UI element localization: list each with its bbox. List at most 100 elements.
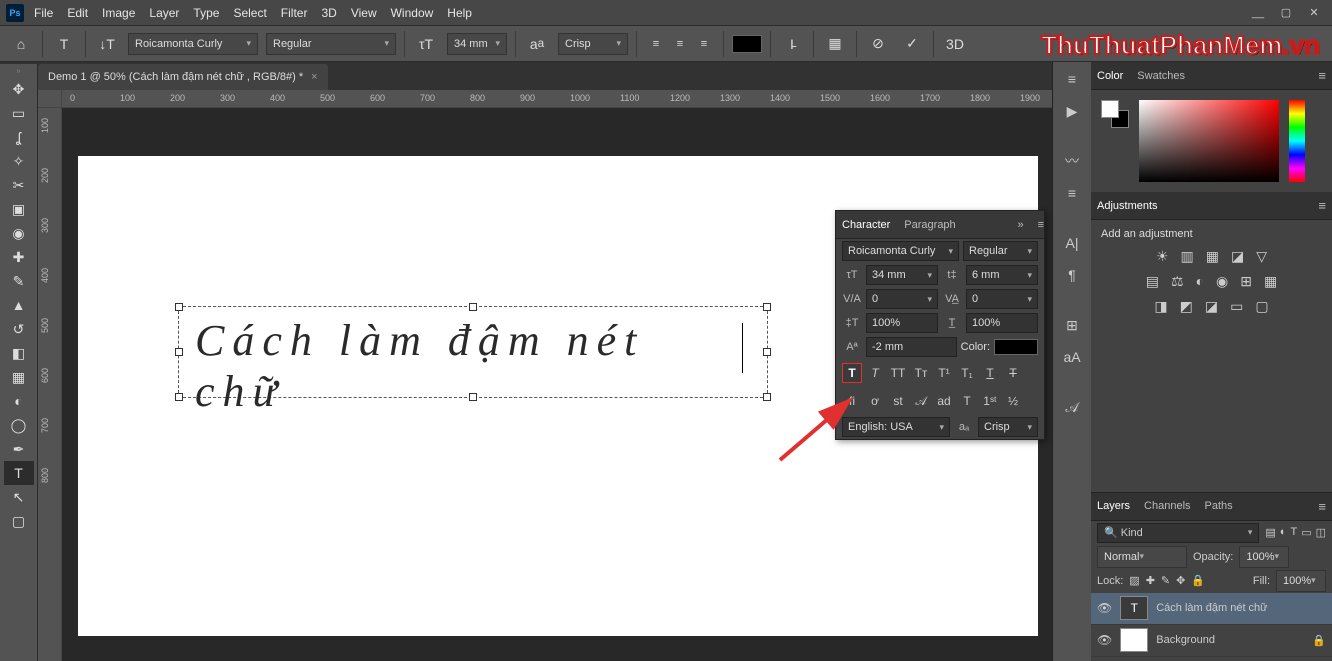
crop-tool[interactable]: ✂ — [4, 173, 34, 197]
adj-levels-icon[interactable]: ▥ — [1181, 248, 1194, 265]
settings-icon[interactable]: ≡ — [1059, 180, 1085, 206]
tab-paths[interactable]: Paths — [1205, 500, 1233, 512]
char-vscale-field[interactable]: 100% — [866, 313, 938, 333]
tab-character[interactable]: Character — [842, 219, 890, 231]
visibility-icon[interactable]: 👁 — [1097, 633, 1112, 647]
maximize-button[interactable]: ▢ — [1274, 5, 1298, 21]
adj-color-balance-icon[interactable]: ⚖ — [1171, 273, 1184, 290]
menu-help[interactable]: Help — [447, 6, 472, 20]
lock-brush-icon[interactable]: ✎ — [1161, 574, 1170, 587]
char-tracking-field[interactable]: 0▾ — [966, 289, 1038, 309]
subscript-button[interactable]: T₁ — [957, 363, 977, 383]
adj-gradient-map-icon[interactable]: ▭ — [1230, 298, 1243, 315]
stylistic-button[interactable]: 1ˢᵗ — [980, 391, 1000, 411]
menu-file[interactable]: File — [34, 6, 53, 20]
char-hscale-field[interactable]: 100% — [966, 313, 1038, 333]
close-tab-icon[interactable]: × — [311, 71, 317, 83]
lock-move-icon[interactable]: ✥ — [1176, 574, 1185, 587]
visibility-icon[interactable]: 👁 — [1097, 601, 1112, 615]
para-icon[interactable]: ¶ — [1059, 262, 1085, 288]
adj-invert-icon[interactable]: ◨ — [1154, 298, 1167, 315]
panel-menu-icon[interactable]: ≡ — [1318, 499, 1332, 514]
tab-paragraph[interactable]: Paragraph — [904, 219, 955, 231]
fractions-button[interactable]: ½ — [1003, 391, 1023, 411]
panel-menu-icon[interactable]: ≡ — [1038, 219, 1044, 231]
fill-field[interactable]: 100%▾ — [1276, 570, 1326, 592]
frame-tool[interactable]: ▣ — [4, 197, 34, 221]
text-color-swatch[interactable] — [732, 35, 762, 53]
document-tab[interactable]: Demo 1 @ 50% (Cách làm đậm nét chữ , RGB… — [38, 64, 328, 90]
adj-exposure-icon[interactable]: ◪ — [1231, 248, 1244, 265]
superscript-button[interactable]: T¹ — [934, 363, 954, 383]
adj-threshold-icon[interactable]: ◪ — [1205, 298, 1218, 315]
move-tool[interactable]: ✥ — [4, 77, 34, 101]
foreground-background-swatch[interactable] — [1101, 100, 1129, 128]
char-color-swatch[interactable] — [994, 339, 1038, 355]
italic-a-icon[interactable]: 𝒜 — [1059, 394, 1085, 420]
history-brush-tool[interactable]: ↺ — [4, 317, 34, 341]
tab-swatches[interactable]: Swatches — [1137, 70, 1185, 82]
collapse-icon[interactable]: » — [1017, 219, 1023, 231]
titling-button[interactable]: T — [957, 391, 977, 411]
3d-button[interactable]: 3D — [942, 31, 968, 57]
adj-lookup-icon[interactable]: ▦ — [1264, 273, 1277, 290]
cancel-icon[interactable]: ⊘ — [865, 31, 891, 57]
char-leading-field[interactable]: 6 mm▾ — [966, 265, 1038, 285]
type-style-icon[interactable]: aA — [1059, 344, 1085, 370]
lock-position-icon[interactable]: ✚ — [1146, 574, 1155, 587]
antialias-dropdown[interactable]: Crisp▾ — [558, 33, 628, 55]
char-panel-toggle[interactable]: ▦ — [822, 31, 848, 57]
faux-italic-button[interactable]: T — [865, 363, 885, 383]
text-bounding-box[interactable]: Cách làm đậm nét chữ — [178, 306, 768, 398]
alt-button[interactable]: ơ — [865, 391, 885, 411]
healing-brush-tool[interactable]: ✚ — [4, 245, 34, 269]
swash-button[interactable]: 𝒜 — [911, 391, 931, 411]
filter-adj-icon[interactable]: ◐ — [1280, 526, 1287, 539]
all-caps-button[interactable]: TT — [888, 363, 908, 383]
history-icon[interactable]: ≡ — [1059, 66, 1085, 92]
glyph-icon[interactable]: ⊞ — [1059, 312, 1085, 338]
lock-all-icon[interactable]: 🔒 — [1191, 574, 1205, 587]
filter-pixel-icon[interactable]: ▤ — [1265, 526, 1275, 539]
grip-icon[interactable]: » — [17, 68, 21, 75]
panel-menu-icon[interactable]: ≡ — [1318, 68, 1332, 83]
filter-shape-icon[interactable]: ▭ — [1301, 526, 1311, 539]
home-button[interactable]: ⌂ — [8, 31, 34, 57]
char-aa-dropdown[interactable]: Crisp▾ — [978, 417, 1038, 437]
filter-text-icon[interactable]: T — [1290, 526, 1297, 539]
char-lang-dropdown[interactable]: English: USA▾ — [842, 417, 950, 437]
layer-item-bg[interactable]: 👁 Background 🔒 — [1091, 625, 1332, 657]
blur-tool[interactable]: ◐ — [4, 389, 34, 413]
adj-curves-icon[interactable]: ▦ — [1206, 248, 1219, 265]
tab-adjustments[interactable]: Adjustments — [1097, 200, 1158, 212]
char-style-dropdown[interactable]: Regular▾ — [963, 241, 1038, 261]
lock-pixels-icon[interactable]: ▨ — [1129, 574, 1139, 587]
adj-hue-icon[interactable]: ▤ — [1146, 273, 1159, 290]
path-selection-tool[interactable]: ↖ — [4, 485, 34, 509]
tab-color[interactable]: Color — [1097, 70, 1123, 82]
type-tool[interactable]: T — [4, 461, 34, 485]
char-font-dropdown[interactable]: Roicamonta Curly▾ — [842, 241, 959, 261]
minimize-button[interactable]: __ — [1246, 5, 1270, 21]
character-panel[interactable]: Character Paragraph » ≡ Roicamonta Curly… — [835, 210, 1045, 440]
align-right-button[interactable]: ≡ — [693, 33, 715, 55]
hue-slider[interactable] — [1289, 100, 1305, 182]
menu-3d[interactable]: 3D — [321, 6, 336, 20]
layer-name[interactable]: Background — [1156, 634, 1215, 646]
clone-stamp-tool[interactable]: ▲ — [4, 293, 34, 317]
ordinal-button[interactable]: ad — [934, 391, 954, 411]
opacity-field[interactable]: 100%▾ — [1239, 546, 1289, 568]
faux-bold-button[interactable]: T — [842, 363, 862, 383]
eraser-tool[interactable]: ◧ — [4, 341, 34, 365]
char-baseline-field[interactable]: -2 mm — [866, 337, 957, 357]
st-button[interactable]: st — [888, 391, 908, 411]
brush-tool[interactable]: ✎ — [4, 269, 34, 293]
menu-view[interactable]: View — [351, 6, 377, 20]
menu-layer[interactable]: Layer — [149, 6, 179, 20]
gradient-tool[interactable]: ▦ — [4, 365, 34, 389]
adj-photo-filter-icon[interactable]: ◉ — [1216, 273, 1228, 290]
layer-filter-dropdown[interactable]: 🔍 Kind▾ — [1097, 523, 1259, 543]
layer-item-text[interactable]: 👁 T Cách làm đậm nét chữ — [1091, 593, 1332, 625]
layer-name[interactable]: Cách làm đậm nét chữ — [1156, 602, 1267, 614]
strikethrough-button[interactable]: T — [1003, 363, 1023, 383]
